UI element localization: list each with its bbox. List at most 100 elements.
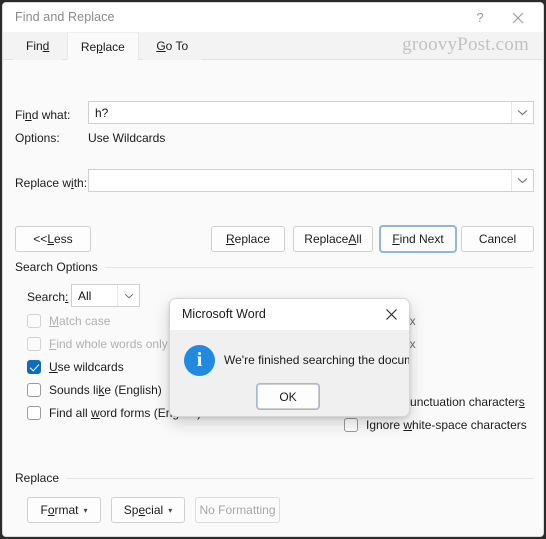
close-icon[interactable] [497,3,539,32]
no-formatting-label: No Formatting [199,503,276,517]
replace-all-accel: A [348,232,357,246]
dialog-title: Microsoft Word [182,307,266,321]
replace-group-divider [65,478,534,479]
tab-find-accel: d [42,39,50,53]
microsoft-word-dialog: Microsoft Word i We're finished searchin… [169,298,410,417]
replace-all-suffix: ll [356,232,362,246]
tab-goto-suffix: o To [165,39,189,53]
search-scope-label-prefix: Search [27,290,66,304]
checkbox-match-case[interactable]: Match case [27,314,110,328]
dialog-body: i We're finished searching the document.… [170,330,409,416]
format-button[interactable]: Fo rmat ▾ [27,497,101,523]
replace-with-combobox[interactable] [88,169,534,192]
special-button[interactable]: Sp e cial ▾ [111,497,185,523]
replace-btn-accel: R [225,232,235,246]
cb2-accel: U [49,360,58,374]
find-what-combobox[interactable]: h? [88,101,534,124]
tab-find[interactable]: Fin d [13,32,63,60]
search-scope-value[interactable]: All [72,289,117,303]
tab-replace-accel: p [96,39,103,54]
cb3-suffix: e (English) [104,383,162,397]
cancel-button[interactable]: Cancel [461,226,534,252]
checkbox-label: Match case [49,314,110,328]
checkbox-sounds-like[interactable]: Sounds like (English) [27,383,162,397]
format-accel: o [47,503,55,517]
tab-replace[interactable]: Re p lace [66,32,139,60]
replace-label-suffix: th: [73,176,88,190]
tab-replace-prefix: Re [80,39,97,54]
checkbox-box [27,337,41,351]
checkbox-ignore-white-space-characters[interactable]: Ignore white-space characters [344,418,527,432]
dialog-message: We're finished searching the document. [224,353,409,367]
window-title: Find and Replace [15,10,115,24]
find-label-accel: n [25,108,32,122]
cb4-prefix: Find all [49,406,92,420]
chevron-down-icon[interactable] [511,170,533,191]
checkbox-box [344,418,358,432]
find-and-replace-window: Find and Replace ? Fin d Re p lace Go To gr… [2,2,544,537]
cancel-prefix: Cancel [478,232,517,246]
checkbox-label: Use wildcards [49,360,124,374]
special-accel: e [138,503,146,517]
no-formatting-button[interactable]: No Formatting [195,497,280,523]
cb1-suffix: ind whole words only [56,337,168,351]
tab-goto[interactable]: Go To [143,32,202,60]
checkbox-label: Ignore white-space characters [366,418,527,432]
info-glyph: i [196,349,203,371]
checkbox-box [27,383,41,397]
tab-strip: Fin d Re p lace Go To groovyPost.com [3,32,543,60]
replace-button[interactable]: Replace [211,226,285,252]
title-bar: Find and Replace ? [3,3,543,32]
rcb1-accel: w [403,418,413,432]
rcb1-suffix: hite-space characters [412,418,527,432]
find-next-suffix: ind Next [399,232,444,246]
replace-group-label: Replace [15,471,67,485]
checkbox-box [27,314,41,328]
find-label-suffix: d what: [31,108,71,122]
tab-goto-accel: G [156,39,166,53]
rcb0-accel: s [518,395,525,409]
caret-down-icon: ▾ [83,505,88,515]
checkbox-find-whole-words-only[interactable]: Find whole words only [27,337,168,351]
main-panel: Find what: h? Options: Use Wildcards Rep… [3,60,543,536]
special-suffix: cial [145,503,164,517]
tab-find-prefix: Fin [26,39,43,53]
less-button[interactable]: << Less [15,226,91,252]
cb2-suffix: se wildcards [57,360,124,374]
dialog-title-bar: Microsoft Word [170,299,409,330]
replace-btn-suffix: eplace [234,232,271,246]
checkbox-box [27,360,41,374]
checkbox-use-wildcards[interactable]: Use wildcards [27,360,124,374]
chevron-down-icon[interactable] [117,285,139,306]
special-prefix: Sp [123,503,139,517]
find-what-input[interactable]: h? [89,106,511,120]
options-value: Use Wildcards [88,131,166,145]
format-suffix: rmat [54,503,79,517]
search-scope-combobox[interactable]: All [71,284,140,307]
chevron-down-icon[interactable] [511,102,533,123]
cb0-suffix: atch case [59,314,111,328]
dialog-ok-button[interactable]: OK [257,384,319,409]
watermark: groovyPost.com [402,34,529,55]
replace-all-button[interactable]: Replace All [293,226,373,252]
rcb1-prefix: Ignore [366,418,404,432]
cb0-accel: M [49,314,59,328]
replace-with-label: Replace with: [15,176,87,190]
less-suffix: ess [54,232,73,246]
cb3-prefix: Sounds li [49,383,99,397]
find-label-prefix: Fi [15,108,25,122]
find-what-label: Find what: [15,108,70,122]
checkbox-box [27,406,41,420]
find-next-button[interactable]: Find Next [380,226,456,252]
search-options-divider [99,267,534,268]
format-prefix: F [40,503,48,517]
checkbox-label: Find whole words only [49,337,168,351]
close-icon[interactable] [373,299,409,330]
replace-label-prefix: Replace w [15,176,72,190]
cb4-accel: w [91,406,100,420]
info-icon: i [184,345,215,376]
caret-down-icon: ▾ [168,505,173,515]
less-accel: L [47,232,54,246]
search-scope-label-accel: : [65,290,69,304]
question-mark-icon[interactable]: ? [459,3,501,32]
